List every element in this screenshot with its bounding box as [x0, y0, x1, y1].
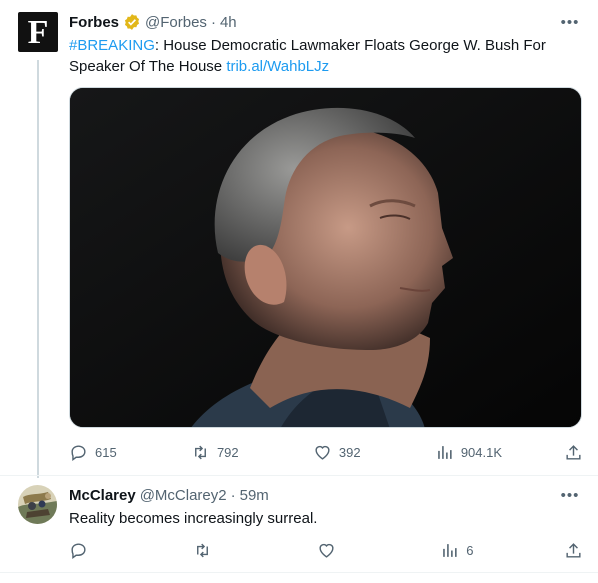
reply-views-button[interactable]: 6 — [440, 541, 500, 560]
more-options-icon[interactable]: ••• — [560, 12, 580, 32]
tweet-text: #BREAKING: House Democratic Lawmaker Flo… — [69, 35, 579, 77]
reply-actions: 6 — [69, 540, 583, 560]
divider — [0, 475, 598, 476]
portrait-photo-image — [70, 88, 581, 427]
hashtag-link[interactable]: #BREAKING — [69, 37, 155, 54]
author-name[interactable]: Forbes — [69, 14, 119, 31]
retweet-button[interactable]: 792 — [191, 443, 251, 462]
heart-icon — [318, 543, 334, 558]
share-icon — [566, 444, 581, 460]
tweet-link[interactable]: trib.al/WahbLJz — [226, 58, 329, 75]
reply-retweet-button[interactable] — [193, 541, 253, 560]
author-handle[interactable]: @Forbes — [145, 14, 207, 31]
views-button[interactable]: 904.1K — [435, 443, 502, 462]
reply-like-button[interactable] — [317, 541, 377, 560]
reply-count: 615 — [95, 444, 117, 460]
reply-share-button[interactable] — [564, 541, 583, 560]
analytics-icon — [437, 445, 452, 459]
reply-views-count: 6 — [466, 542, 474, 558]
reply-author-name[interactable]: McClarey — [69, 487, 136, 504]
analytics-icon — [443, 543, 457, 557]
forbes-avatar[interactable]: F — [18, 12, 58, 52]
tweet-media-photo[interactable] — [69, 87, 582, 428]
reply-text: Reality becomes increasingly surreal. — [69, 510, 318, 527]
reply-reply-button[interactable] — [69, 541, 129, 560]
retweet-icon — [194, 445, 206, 459]
heart-icon — [315, 445, 330, 460]
forbes-logo-letter: F — [27, 14, 49, 51]
share-icon — [566, 542, 581, 558]
reply-icon — [71, 542, 86, 559]
reply-button[interactable]: 615 — [69, 443, 129, 462]
retweet-count: 792 — [216, 444, 239, 460]
tweet-time[interactable]: 4h — [220, 14, 237, 31]
reply-more-options-icon[interactable]: ••• — [560, 485, 580, 505]
tweet-header: Forbes @Forbes · 4h — [69, 12, 237, 32]
thread-line — [37, 60, 39, 478]
reply-avatar-image — [18, 485, 57, 524]
reply-time[interactable]: 59m — [240, 487, 269, 504]
reply-avatar[interactable] — [18, 485, 57, 524]
like-button[interactable]: 392 — [313, 443, 373, 462]
retweet-icon — [196, 543, 208, 557]
reply-header: McClarey @McClarey2 · 59m — [69, 485, 269, 505]
like-count: 392 — [338, 444, 361, 460]
reply-author-handle[interactable]: @McClarey2 — [140, 487, 227, 504]
reply-icon — [71, 444, 86, 461]
views-count: 904.1K — [460, 444, 503, 460]
share-button[interactable] — [564, 443, 583, 462]
divider — [0, 572, 598, 573]
tweet-actions: 615 792 392 904.1K — [69, 442, 583, 462]
separator-dot: · — [210, 13, 216, 31]
separator-dot: · — [230, 486, 236, 504]
verified-badge-icon[interactable] — [123, 13, 141, 31]
